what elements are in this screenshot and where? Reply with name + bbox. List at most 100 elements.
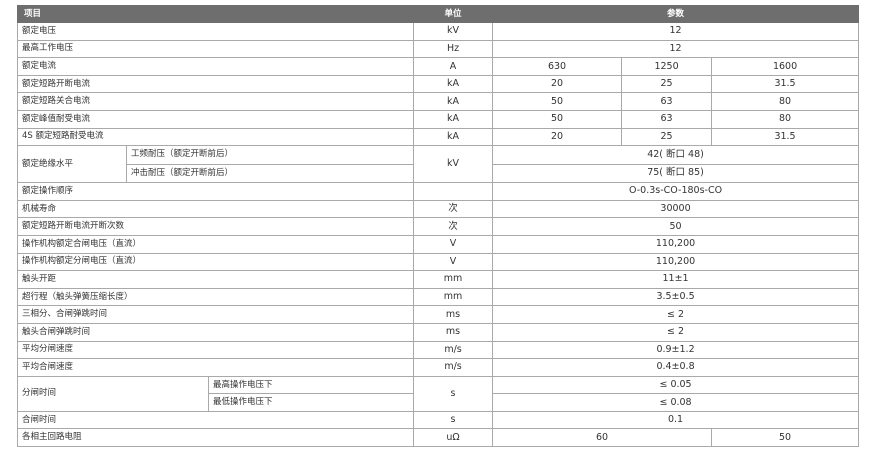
header-item: 项目 — [16, 5, 415, 23]
row-unit: A — [413, 57, 494, 76]
row-label: 三相分、合闸弹跳时间 — [16, 305, 415, 324]
row-value: 50 — [492, 217, 860, 236]
row-value: 11±1 — [492, 270, 860, 289]
row-label: 额定短路开断电流 — [16, 74, 415, 94]
table-row: 额定绝缘水平 工频耐压（额定开断前后） kV 42( 断口 48) — [17, 145, 860, 184]
table-row: 合闸时间 s 0.1 — [16, 410, 860, 430]
row-label: 机械寿命 — [16, 199, 415, 219]
row-value-2: 63 — [621, 92, 713, 111]
row-unit: 次 — [413, 199, 494, 219]
row-unit: ms — [413, 322, 494, 342]
row-unit: m/s — [413, 340, 494, 360]
row-label: 平均分闸速度 — [16, 340, 415, 360]
row-unit: mm — [413, 287, 494, 307]
row-unit: kA — [413, 74, 494, 94]
table-row: 额定峰值耐受电流 kA 50 63 80 — [16, 109, 860, 129]
row-value: ≤ 2 — [492, 322, 860, 342]
row-value: 30000 — [492, 199, 860, 219]
spec-table: 项目 单位 参数 额定电压 kV 12 最高工作电压 Hz 12 额定电流 A … — [16, 5, 860, 448]
row-value-1: 50 — [492, 109, 623, 129]
row-label: 超行程（触头弹簧压缩长度） — [16, 287, 415, 307]
row-sub-value: 75( 断口 85) — [492, 163, 860, 184]
row-value: 0.4±0.8 — [492, 358, 860, 377]
table-row: 额定电流 A 630 1250 1600 — [16, 57, 860, 76]
row-label: 触头开距 — [16, 270, 415, 289]
row-value-2: 25 — [621, 127, 713, 147]
row-value-3: 31.5 — [711, 127, 860, 147]
row-unit: s — [413, 410, 494, 430]
row-sub-value: ≤ 0.08 — [492, 393, 860, 412]
table-row: 触头开距 mm 11±1 — [16, 270, 860, 289]
row-value: 0.9±1.2 — [492, 340, 860, 360]
row-label: 额定短路关合电流 — [16, 92, 415, 111]
table-row: 额定操作顺序 O-0.3s-CO-180s-CO — [16, 182, 860, 201]
row-unit: mm — [413, 270, 494, 289]
row-unit: ms — [413, 305, 494, 324]
row-value: 12 — [492, 39, 860, 59]
row-label: 额定绝缘水平 — [17, 145, 127, 184]
row-value-1: 630 — [492, 57, 623, 76]
row-label: 操作机构额定合闸电压（直流） — [16, 234, 415, 254]
row-value-1: 60 — [492, 428, 713, 448]
row-value-2: 50 — [711, 428, 860, 448]
table-row: 超行程（触头弹簧压缩长度） mm 3.5±0.5 — [16, 287, 860, 307]
row-label: 平均合闸速度 — [16, 358, 415, 377]
row-value-3: 31.5 — [711, 74, 860, 94]
row-label: 额定操作顺序 — [16, 182, 415, 201]
table-row: 分闸时间 最高操作电压下 s ≤ 0.05 — [17, 375, 860, 412]
table-row: 平均合闸速度 m/s 0.4±0.8 — [16, 358, 860, 377]
row-value-1: 20 — [492, 74, 623, 94]
row-sub-label: 最高操作电压下 — [207, 375, 415, 395]
row-label: 合闸时间 — [16, 410, 415, 430]
row-value-3: 1600 — [711, 57, 860, 76]
row-unit: kA — [413, 109, 494, 129]
row-sub-value: ≤ 0.05 — [492, 375, 860, 395]
table-row: 三相分、合闸弹跳时间 ms ≤ 2 — [16, 305, 860, 324]
row-sub-label: 冲击耐压（额定开断前后） — [125, 163, 415, 184]
row-label: 额定短路开断电流开断次数 — [16, 217, 415, 236]
header-params: 参数 — [492, 5, 860, 23]
row-unit: V — [413, 234, 494, 254]
row-unit: m/s — [413, 358, 494, 377]
row-value-2: 1250 — [621, 57, 713, 76]
table-row: 机械寿命 次 30000 — [16, 199, 860, 219]
table-row: 4S 额定短路耐受电流 kA 20 25 31.5 — [16, 127, 860, 147]
table-row: 额定短路开断电流开断次数 次 50 — [16, 217, 860, 236]
row-unit: kV — [413, 145, 494, 184]
row-unit: s — [413, 375, 494, 412]
row-value: 110,200 — [492, 234, 860, 254]
row-unit: uΩ — [413, 428, 494, 448]
row-label: 额定电压 — [16, 22, 415, 41]
table-row: 额定电压 kV 12 — [16, 22, 860, 41]
row-value-1: 50 — [492, 92, 623, 111]
row-label: 4S 额定短路耐受电流 — [16, 127, 415, 147]
row-value-2: 25 — [621, 74, 713, 94]
row-sub-label: 最低操作电压下 — [207, 393, 415, 412]
table-row: 操作机构额定合闸电压（直流） V 110,200 — [16, 234, 860, 254]
row-label: 触头合闸弹跳时间 — [16, 322, 415, 342]
row-value: 12 — [492, 22, 860, 41]
row-label: 最高工作电压 — [16, 39, 415, 59]
table-row: 额定短路开断电流 kA 20 25 31.5 — [16, 74, 860, 94]
row-label: 额定峰值耐受电流 — [16, 109, 415, 129]
row-value-3: 80 — [711, 109, 860, 129]
table-row: 操作机构额定分闸电压（直流） V 110,200 — [16, 252, 860, 272]
row-sub-label: 工频耐压（额定开断前后） — [125, 145, 415, 165]
row-label: 分闸时间 — [17, 375, 209, 412]
header-unit: 单位 — [413, 5, 494, 23]
row-unit: kA — [413, 127, 494, 147]
row-unit: kV — [413, 22, 494, 41]
row-label: 操作机构额定分闸电压（直流） — [16, 252, 415, 272]
row-value: 3.5±0.5 — [492, 287, 860, 307]
row-unit: kA — [413, 92, 494, 111]
row-unit: Hz — [413, 39, 494, 59]
row-value: ≤ 2 — [492, 305, 860, 324]
table-row: 最高工作电压 Hz 12 — [16, 39, 860, 59]
row-value: O-0.3s-CO-180s-CO — [492, 182, 860, 201]
table-row: 额定短路关合电流 kA 50 63 80 — [16, 92, 860, 111]
table-row: 平均分闸速度 m/s 0.9±1.2 — [16, 340, 860, 360]
row-value: 110,200 — [492, 252, 860, 272]
table-row: 触头合闸弹跳时间 ms ≤ 2 — [16, 322, 860, 342]
row-unit: V — [413, 252, 494, 272]
row-sub-value: 42( 断口 48) — [492, 145, 860, 165]
